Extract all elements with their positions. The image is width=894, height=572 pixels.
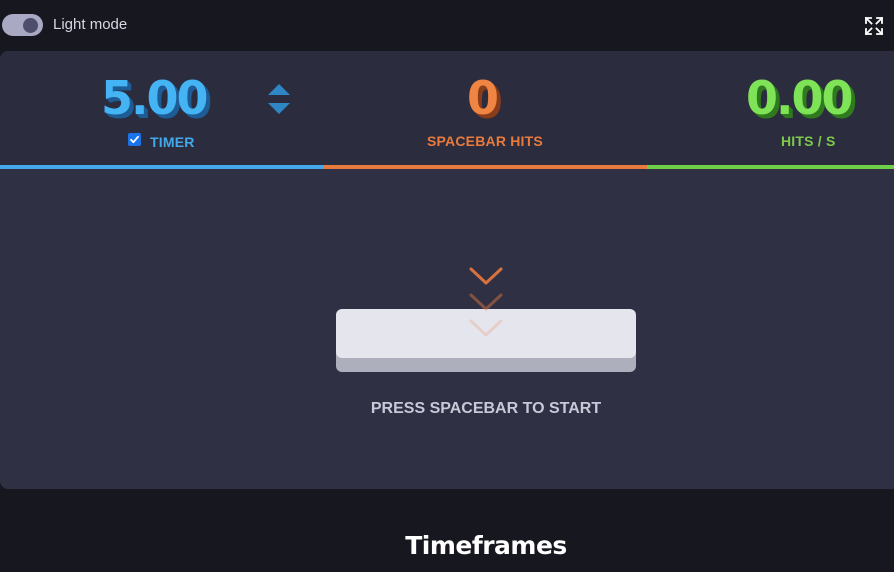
timer-stepper[interactable] <box>266 81 292 117</box>
timer-value: 5.00 <box>101 71 208 125</box>
checkmark-icon <box>130 135 139 144</box>
hits-per-second-value: 0.00 <box>746 71 853 125</box>
expand-icon <box>864 16 884 36</box>
spacebar-hits-bar <box>324 165 647 169</box>
spacebar-hits-label: SPACEBAR HITS <box>427 133 543 149</box>
chevron-down-icon <box>469 267 503 337</box>
timer-label: TIMER <box>150 134 195 150</box>
start-instruction: PRESS SPACEBAR TO START <box>370 400 602 417</box>
light-mode-label: Light mode <box>53 16 128 33</box>
spacebar-hits-value: 0 <box>467 71 499 125</box>
light-mode-toggle[interactable] <box>2 14 43 36</box>
top-bar: Light mode <box>0 0 894 50</box>
fullscreen-button[interactable] <box>864 16 884 36</box>
section-title-timeframes: Timeframes <box>405 531 567 560</box>
clicker-panel: 5.00 TIMER 0 SPACEBAR HITS 0.00 HITS / S <box>0 51 894 489</box>
hits-per-second-bar <box>647 165 894 169</box>
stat-color-bars <box>0 165 894 169</box>
timer-bar <box>0 165 324 169</box>
hits-per-second-label: HITS / S <box>781 133 836 149</box>
timer-checkbox[interactable] <box>128 133 141 146</box>
toggle-knob <box>23 18 38 33</box>
up-down-arrows-icon <box>268 84 290 114</box>
stats-header: 5.00 TIMER 0 SPACEBAR HITS 0.00 HITS / S <box>0 51 894 169</box>
